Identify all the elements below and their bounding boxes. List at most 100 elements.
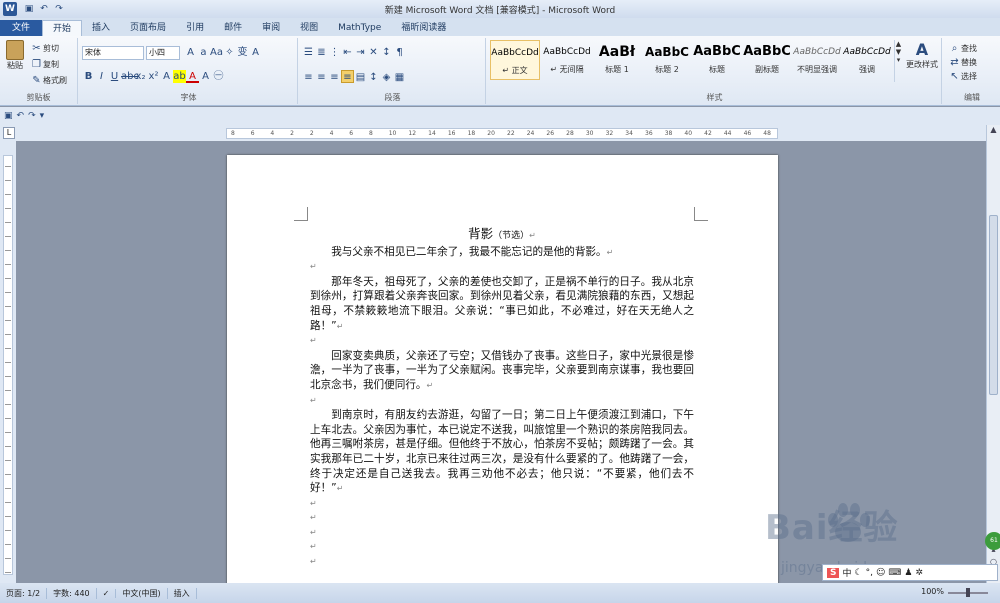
shading-icon[interactable]: ◈ xyxy=(380,71,393,84)
insert-mode[interactable]: 插入 xyxy=(168,587,197,599)
paste-button[interactable]: 粘贴 xyxy=(4,40,26,71)
font-name-select[interactable]: 宋体 xyxy=(82,46,144,60)
find-button[interactable]: ⌕ 查找 xyxy=(948,42,977,55)
underline-icon[interactable]: U xyxy=(108,70,121,83)
superscript-icon[interactable]: x² xyxy=(147,70,160,83)
ime-punct-icon[interactable]: °, xyxy=(866,568,873,578)
title-bar: W ▣ ↶ ↷ 新建 Microsoft Word 文档 [兼容模式] - Mi… xyxy=(0,0,1000,18)
ime-mode-icon[interactable]: 中 xyxy=(842,566,851,579)
vertical-ruler-tick xyxy=(5,306,11,307)
sort-icon[interactable]: ↕ xyxy=(380,46,393,59)
align-right-icon[interactable]: ≡ xyxy=(328,71,341,84)
subscript-icon[interactable]: x₂ xyxy=(134,70,147,83)
ime-settings-icon[interactable]: ✲ xyxy=(915,568,923,578)
change-case-icon[interactable]: Aa xyxy=(210,46,223,59)
ime-keyboard-icon[interactable]: ⌨ xyxy=(888,568,901,578)
replace-button[interactable]: ⇄ 替换 xyxy=(948,56,977,69)
style-normal[interactable]: AaBbCcDd ↵ 正文 xyxy=(490,40,540,80)
tab-references[interactable]: 引用 xyxy=(176,20,214,36)
line-spacing-icon[interactable]: ↕ xyxy=(367,71,380,84)
show-marks-icon[interactable]: ¶ xyxy=(393,46,406,59)
borders-icon[interactable]: ▦ xyxy=(393,71,406,84)
tab-view[interactable]: 视图 xyxy=(290,20,328,36)
ruler-tick-label: 8 xyxy=(231,130,235,137)
shrink-font-icon[interactable]: a xyxy=(197,46,210,59)
ime-toolbar[interactable]: S 中 ☾ °, ☺ ⌨ ♟ ✲ xyxy=(822,564,998,581)
justify-icon[interactable]: ≡ xyxy=(341,70,354,83)
document-body[interactable]: 背影（节选）↵ 我与父亲不相见已二年余了，我最不能忘记的是他的背影。↵ ↵ 那年… xyxy=(310,226,694,570)
style-subtle-emphasis[interactable]: AaBbCcDd 不明显强调 xyxy=(792,40,842,80)
tab-file[interactable]: 文件 xyxy=(0,20,43,36)
vertical-ruler-tick xyxy=(5,558,11,559)
scroll-up-icon[interactable]: ▲ xyxy=(987,125,1000,137)
vertical-ruler-tick xyxy=(5,544,11,545)
zoom-slider-knob[interactable] xyxy=(966,588,970,597)
ime-moon-icon[interactable]: ☾ xyxy=(855,568,863,578)
tab-insert[interactable]: 插入 xyxy=(82,20,120,36)
redo-icon[interactable]: ↷ xyxy=(28,111,36,121)
style-no-spacing[interactable]: AaBbCcDd ↵ 无间隔 xyxy=(542,40,592,80)
horizontal-ruler[interactable]: 8 6 4 2 2 4 6 8 10 12 14 16 18 20 22 24 26 28 30 32 34 36 38 40… xyxy=(226,128,778,139)
undo-icon[interactable]: ↶ xyxy=(17,111,25,121)
vertical-ruler-tick xyxy=(5,250,11,251)
char-shading-icon[interactable]: A xyxy=(199,70,212,83)
grow-font-icon[interactable]: A xyxy=(184,46,197,59)
bold-icon[interactable]: B xyxy=(82,70,95,83)
font-size-select[interactable]: 小四 xyxy=(146,46,180,60)
strikethrough-icon[interactable]: abc xyxy=(121,70,139,83)
enclose-char-icon[interactable]: ㊀ xyxy=(212,70,225,83)
phonetic-guide-icon[interactable]: 变 xyxy=(236,46,249,59)
text-effects-icon[interactable]: A xyxy=(160,70,173,83)
style-heading-1[interactable]: AaBł 标题 1 xyxy=(592,40,642,80)
style-subtitle[interactable]: AaBbC 副标题 xyxy=(742,40,792,80)
chinese-layout-icon[interactable]: ✕ xyxy=(367,46,380,59)
highlight-icon[interactable]: ab xyxy=(173,70,186,83)
customize-qat-icon[interactable]: ▾ xyxy=(40,111,45,121)
language[interactable]: 中文(中国) xyxy=(116,587,168,599)
style-title[interactable]: AaBbC 标题 xyxy=(692,40,742,80)
align-center-icon[interactable]: ≡ xyxy=(315,71,328,84)
document-page[interactable]: 背影（节选）↵ 我与父亲不相见已二年余了，我最不能忘记的是他的背影。↵ ↵ 那年… xyxy=(227,155,778,585)
styles-scroll[interactable]: ▲ ▼ ▾ xyxy=(894,40,902,82)
crop-mark-tl xyxy=(294,207,308,221)
word-count[interactable]: 字数: 440 xyxy=(47,587,97,599)
empty-paragraph: ↵ xyxy=(310,542,317,552)
decrease-indent-icon[interactable]: ⇤ xyxy=(341,46,354,59)
ime-emoji-icon[interactable]: ☺ xyxy=(876,568,885,578)
numbering-icon[interactable]: ≣ xyxy=(315,46,328,59)
zoom-level[interactable]: 100% xyxy=(921,587,944,596)
style-no-spacing-label: ↵ 无间隔 xyxy=(550,65,584,74)
copy-button[interactable]: ❐ 复制 xyxy=(30,58,59,71)
format-painter-button[interactable]: ✎ 格式刷 xyxy=(30,74,67,87)
tab-review[interactable]: 审阅 xyxy=(252,20,290,36)
tab-mailings[interactable]: 邮件 xyxy=(214,20,252,36)
style-heading-2[interactable]: AaBbC 标题 2 xyxy=(642,40,692,80)
tab-page-layout[interactable]: 页面布局 xyxy=(120,20,176,36)
multilevel-list-icon[interactable]: ⋮ xyxy=(328,46,341,59)
style-emphasis[interactable]: AaBbCcDd 强调 xyxy=(842,40,892,80)
floating-ball[interactable]: 61 xyxy=(985,532,1000,550)
change-styles-button[interactable]: A 更改样式 xyxy=(904,40,940,70)
select-button[interactable]: ↖ 选择 xyxy=(948,70,977,83)
clear-format-icon[interactable]: ✧ xyxy=(223,46,236,59)
tab-selector[interactable]: L xyxy=(3,127,15,139)
ruler-tick-label: 22 xyxy=(507,130,515,137)
ime-logo-icon: S xyxy=(827,567,840,578)
bullets-icon[interactable]: ☰ xyxy=(302,46,315,59)
italic-icon[interactable]: I xyxy=(95,70,108,83)
distributed-icon[interactable]: ▤ xyxy=(354,71,367,84)
increase-indent-icon[interactable]: ⇥ xyxy=(354,46,367,59)
proofing-icon[interactable]: ✓ xyxy=(97,588,117,598)
page-count[interactable]: 页面: 1/2 xyxy=(0,587,48,599)
save-icon[interactable]: ▣ xyxy=(4,111,13,121)
font-color-icon[interactable]: A xyxy=(186,70,199,83)
tab-foxit-reader[interactable]: 福昕阅读器 xyxy=(391,20,456,36)
cut-button[interactable]: ✂ 剪切 xyxy=(30,42,59,55)
ime-user-icon[interactable]: ♟ xyxy=(904,568,912,578)
char-border-icon[interactable]: A xyxy=(249,46,262,59)
tab-home[interactable]: 开始 xyxy=(42,20,83,36)
tab-mathtype[interactable]: MathType xyxy=(328,20,391,36)
scroll-thumb[interactable] xyxy=(989,215,998,395)
align-left-icon[interactable]: ≡ xyxy=(302,71,315,84)
vertical-ruler[interactable] xyxy=(0,141,16,583)
